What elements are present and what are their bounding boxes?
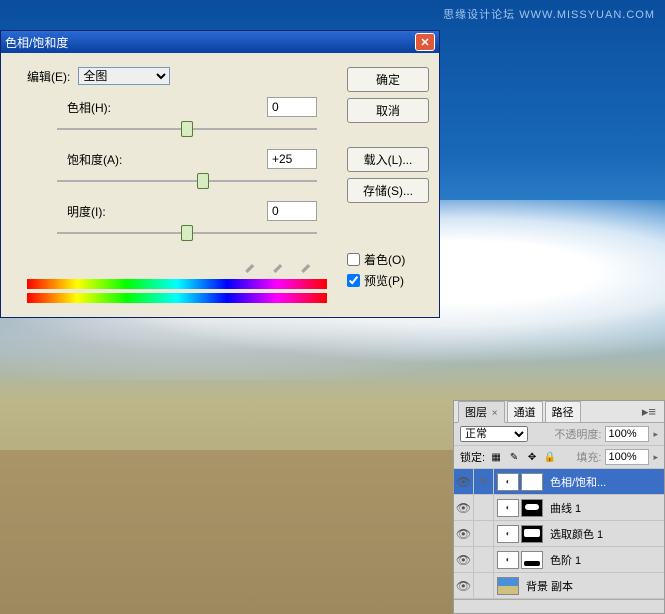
hue-input[interactable] (267, 97, 317, 117)
layer-name: 色阶 1 (550, 552, 581, 568)
lock-label: 锁定: (460, 449, 485, 465)
ok-button[interactable]: 确定 (347, 67, 429, 92)
save-button[interactable]: 存储(S)... (347, 178, 429, 203)
image-thumb-icon (497, 577, 519, 595)
adjustment-thumb-icon: ◐ (497, 551, 519, 569)
lock-all-icon[interactable]: 🔒 (543, 450, 557, 464)
layers-panel: 图层 × 通道 路径 ▸≡ 正常 不透明度: ▸ 锁定: ▦ ✎ ✥ 🔒 填充:… (453, 400, 665, 614)
layer-name: 曲线 1 (550, 500, 581, 516)
layer-list: 👁 ✎ ◐ 色相/饱和... 👁 ◐ 曲线 1 👁 ◐ 选取颜色 1 👁 ◐ 色… (454, 469, 664, 599)
hue-spectrum-bar (27, 279, 327, 289)
colorize-checkbox[interactable]: 着色(O) (347, 251, 429, 268)
close-icon[interactable]: ✕ (415, 33, 435, 51)
chevron-right-icon[interactable]: ▸ (653, 452, 658, 463)
layer-name: 背景 副本 (526, 578, 573, 594)
adjustment-thumb-icon: ◐ (497, 499, 519, 517)
lightness-slider[interactable] (57, 221, 317, 245)
saturation-input[interactable] (267, 149, 317, 169)
load-button[interactable]: 载入(L)... (347, 147, 429, 172)
tab-paths[interactable]: 路径 (545, 401, 581, 423)
lightness-label: 明度(I): (67, 203, 133, 220)
chevron-right-icon[interactable]: ▸ (653, 429, 658, 440)
blend-mode-select[interactable]: 正常 (460, 426, 528, 442)
layer-row[interactable]: 👁 ◐ 选取颜色 1 (454, 521, 664, 547)
close-icon[interactable]: × (489, 408, 498, 419)
lock-paint-icon[interactable]: ✎ (507, 450, 521, 464)
layer-name: 选取颜色 1 (550, 526, 603, 542)
cancel-button[interactable]: 取消 (347, 98, 429, 123)
adjustment-thumb-icon: ◐ (497, 525, 519, 543)
lock-transparency-icon[interactable]: ▦ (489, 450, 503, 464)
lock-position-icon[interactable]: ✥ (525, 450, 539, 464)
preview-checkbox[interactable]: 预览(P) (347, 272, 429, 289)
adjustment-thumb-icon: ◐ (497, 473, 519, 491)
opacity-input[interactable] (605, 426, 649, 442)
link-slot[interactable]: ✎ (474, 469, 494, 494)
hue-label: 色相(H): (67, 99, 133, 116)
fill-label: 填充: (576, 449, 601, 465)
layer-row[interactable]: 👁 ✎ ◐ 色相/饱和... (454, 469, 664, 495)
lightness-input[interactable] (267, 201, 317, 221)
eyedropper-subtract-icon[interactable] (299, 255, 317, 273)
link-slot[interactable] (474, 547, 494, 572)
opacity-label: 不透明度: (554, 426, 601, 442)
visibility-eye-icon[interactable]: 👁 (454, 573, 474, 598)
link-slot[interactable] (474, 521, 494, 546)
saturation-slider[interactable] (57, 169, 317, 193)
layer-row[interactable]: 👁 ◐ 曲线 1 (454, 495, 664, 521)
mask-thumb-icon (521, 499, 543, 517)
mask-thumb-icon (521, 525, 543, 543)
layer-name: 色相/饱和... (550, 474, 606, 490)
watermark-text: 思缘设计论坛 WWW.MISSYUAN.COM (443, 6, 655, 22)
visibility-eye-icon[interactable]: 👁 (454, 495, 474, 520)
hue-saturation-dialog: 色相/饱和度 ✕ 编辑(E): 全图 色相(H): 饱和度(A): 明度 (0, 30, 440, 318)
tab-channels[interactable]: 通道 (507, 401, 543, 423)
dialog-title: 色相/饱和度 (5, 34, 68, 51)
tab-layers[interactable]: 图层 × (458, 401, 505, 423)
eyedropper-add-icon[interactable] (271, 255, 289, 273)
dialog-titlebar[interactable]: 色相/饱和度 ✕ (1, 31, 439, 53)
edit-label: 编辑(E): (27, 68, 70, 85)
mask-thumb-icon (521, 473, 543, 491)
link-slot[interactable] (474, 573, 494, 598)
eyedropper-icon[interactable] (243, 255, 261, 273)
link-slot[interactable] (474, 495, 494, 520)
fill-input[interactable] (605, 449, 649, 465)
edit-select[interactable]: 全图 (78, 67, 170, 85)
visibility-eye-icon[interactable]: 👁 (454, 547, 474, 572)
visibility-eye-icon[interactable]: 👁 (454, 521, 474, 546)
saturation-label: 饱和度(A): (67, 151, 133, 168)
panel-menu-icon[interactable]: ▸≡ (638, 404, 660, 420)
hue-spectrum-bar-2 (27, 293, 327, 303)
layer-row[interactable]: 👁 背景 副本 (454, 573, 664, 599)
visibility-eye-icon[interactable]: 👁 (454, 469, 474, 494)
mask-thumb-icon (521, 551, 543, 569)
hue-slider[interactable] (57, 117, 317, 141)
layer-row[interactable]: 👁 ◐ 色阶 1 (454, 547, 664, 573)
